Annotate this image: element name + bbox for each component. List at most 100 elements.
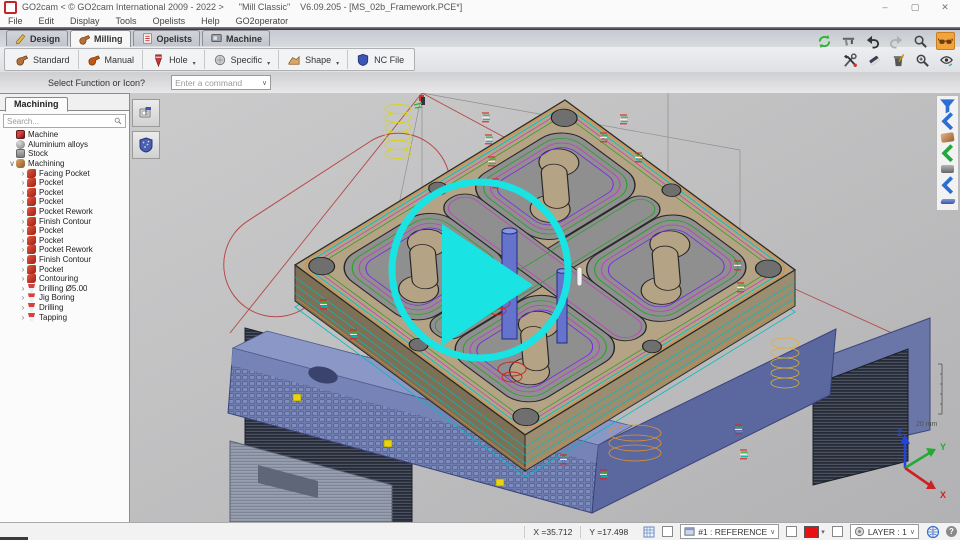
specific-button[interactable]: Specific ▾	[204, 50, 279, 69]
layer-checkbox[interactable]	[832, 526, 843, 537]
tree-item[interactable]: ›Contouring	[0, 274, 129, 284]
maximize-button[interactable]: ▢	[900, 0, 930, 14]
tree-item[interactable]: ›Pocket	[0, 178, 129, 188]
viewport-3d[interactable]: 20 mm Z Y X	[130, 93, 960, 522]
zoom-select-icon[interactable]	[914, 52, 931, 68]
chevron-down-icon[interactable]: ∨	[262, 79, 267, 87]
menu-file[interactable]: File	[0, 16, 31, 26]
tree-item[interactable]: › Drilling Ø5.00	[0, 284, 129, 294]
menu-go2operator[interactable]: GO2operator	[228, 16, 297, 26]
expand-arrow-icon[interactable]: ›	[19, 217, 27, 226]
command-input[interactable]: Enter a command ∨	[171, 75, 271, 90]
hole-button[interactable]: Hole ▾	[142, 50, 204, 69]
chevron-down-icon[interactable]: ∨	[910, 528, 915, 536]
expand-arrow-icon[interactable]: ∨	[8, 159, 16, 168]
eraser-icon[interactable]	[866, 52, 883, 68]
view-sphere-icon[interactable]	[926, 525, 940, 539]
standard-button[interactable]: Standard	[7, 50, 78, 69]
tree-item[interactable]: ›Finish Contour	[0, 255, 129, 265]
expand-arrow-icon[interactable]: ›	[19, 274, 27, 283]
menu-edit[interactable]: Edit	[31, 16, 63, 26]
search-icon	[114, 117, 122, 125]
toolkit-icon[interactable]	[842, 52, 859, 68]
redo-icon[interactable]	[888, 33, 905, 49]
expand-arrow-icon[interactable]: ›	[19, 313, 27, 322]
tree-item-label: Drilling Ø5.00	[39, 284, 87, 293]
tree-item[interactable]: Aluminium alloys	[0, 140, 129, 150]
help-button[interactable]: ?	[946, 526, 957, 537]
expand-arrow-icon[interactable]: ›	[19, 207, 27, 216]
tree-item-label: Pocket	[39, 236, 63, 245]
visibility-icon[interactable]	[938, 52, 955, 68]
fixture-display-icon[interactable]	[939, 194, 956, 208]
dropdown-arrow-icon[interactable]: ▾	[336, 60, 339, 69]
reference-select[interactable]: #1 : REFERENCE ∨	[680, 524, 779, 539]
tab-milling[interactable]: Milling	[70, 30, 131, 47]
expand-arrow-icon[interactable]: ›	[19, 236, 27, 245]
menu-display[interactable]: Display	[62, 16, 108, 26]
close-button[interactable]: ✕	[930, 0, 960, 14]
tree-item[interactable]: ›Pocket	[0, 226, 129, 236]
search-input[interactable]: Search...	[3, 114, 126, 128]
glasses-icon[interactable]	[936, 32, 955, 50]
tree-item[interactable]: ›Pocket Rework	[0, 207, 129, 217]
collapse-chevron-icon[interactable]	[939, 178, 956, 192]
manual-button[interactable]: Manual	[78, 50, 143, 69]
tab-design[interactable]: Design	[6, 30, 68, 46]
menu-tools[interactable]: Tools	[108, 16, 145, 26]
expand-arrow-icon[interactable]: ›	[19, 303, 27, 312]
shape-button[interactable]: Shape ▾	[278, 50, 347, 69]
tree-item[interactable]: ›Pocket	[0, 188, 129, 198]
tree-item[interactable]: Stock	[0, 149, 129, 159]
expand-arrow-icon[interactable]: ›	[19, 178, 27, 187]
expand-arrow-icon[interactable]: ›	[19, 293, 27, 302]
tree-item[interactable]: › Pocket	[0, 236, 129, 246]
sync-icon[interactable]	[816, 33, 833, 49]
tree-item[interactable]: ›Jig Boring	[0, 293, 129, 303]
dropdown-arrow-icon[interactable]: ▾	[193, 60, 196, 69]
verification-button[interactable]	[132, 131, 160, 159]
tree-item[interactable]: Machine	[0, 130, 129, 140]
expand-arrow-icon[interactable]: ›	[19, 197, 27, 206]
dropdown-arrow-icon[interactable]: ▾	[267, 60, 270, 69]
color-dropdown-arrow-icon[interactable]: ▾	[821, 528, 825, 536]
menu-opelists[interactable]: Opelists	[145, 16, 194, 26]
layer-select[interactable]: LAYER : 1 ∨	[850, 524, 919, 539]
expand-arrow-icon[interactable]: ›	[19, 188, 27, 197]
expand-arrow-icon[interactable]: ›	[19, 245, 27, 254]
expand-arrow-icon[interactable]: ›	[19, 226, 27, 235]
reference-checkbox[interactable]	[662, 526, 673, 537]
delete-icon[interactable]	[890, 52, 907, 68]
tree-item[interactable]: ∨Machining	[0, 159, 129, 169]
collapse-chevron-icon[interactable]	[939, 146, 956, 160]
undo-icon[interactable]	[864, 33, 881, 49]
simulation-button[interactable]	[132, 99, 160, 127]
expand-arrow-icon[interactable]: ›	[19, 265, 27, 274]
tab-machine[interactable]: Machine	[202, 30, 270, 46]
grid-toggle-icon[interactable]	[643, 526, 655, 538]
menu-help[interactable]: Help	[193, 16, 228, 26]
expand-arrow-icon[interactable]: ›	[19, 169, 27, 178]
tree-item[interactable]: ›Tapping	[0, 312, 129, 322]
chevron-down-icon[interactable]: ∨	[770, 528, 775, 536]
tab-machining-panel[interactable]: Machining	[5, 97, 68, 112]
collapse-chevron-icon[interactable]	[939, 114, 956, 128]
expand-arrow-icon[interactable]: ›	[19, 284, 27, 293]
play-button[interactable]	[380, 170, 580, 370]
current-color-swatch[interactable]	[804, 526, 819, 538]
machine-icon	[210, 32, 223, 45]
color-checkbox[interactable]	[786, 526, 797, 537]
expand-arrow-icon[interactable]: ›	[19, 255, 27, 264]
tree-item[interactable]: ›Pocket Rework	[0, 245, 129, 255]
zoom-icon[interactable]	[912, 33, 929, 49]
caliper-icon[interactable]	[840, 33, 857, 49]
tree-item[interactable]: ›Pocket	[0, 197, 129, 207]
nc-file-button[interactable]: NC File	[347, 50, 412, 69]
tree-item[interactable]: ›Facing Pocket	[0, 168, 129, 178]
machining-icon	[16, 159, 25, 168]
tree-item[interactable]: ›Pocket	[0, 264, 129, 274]
tree-item[interactable]: ›Drilling	[0, 303, 129, 313]
tree-item[interactable]: ›Finish Contour	[0, 216, 129, 226]
minimize-button[interactable]: –	[870, 0, 900, 14]
tab-opelists[interactable]: Opelists	[133, 30, 201, 46]
